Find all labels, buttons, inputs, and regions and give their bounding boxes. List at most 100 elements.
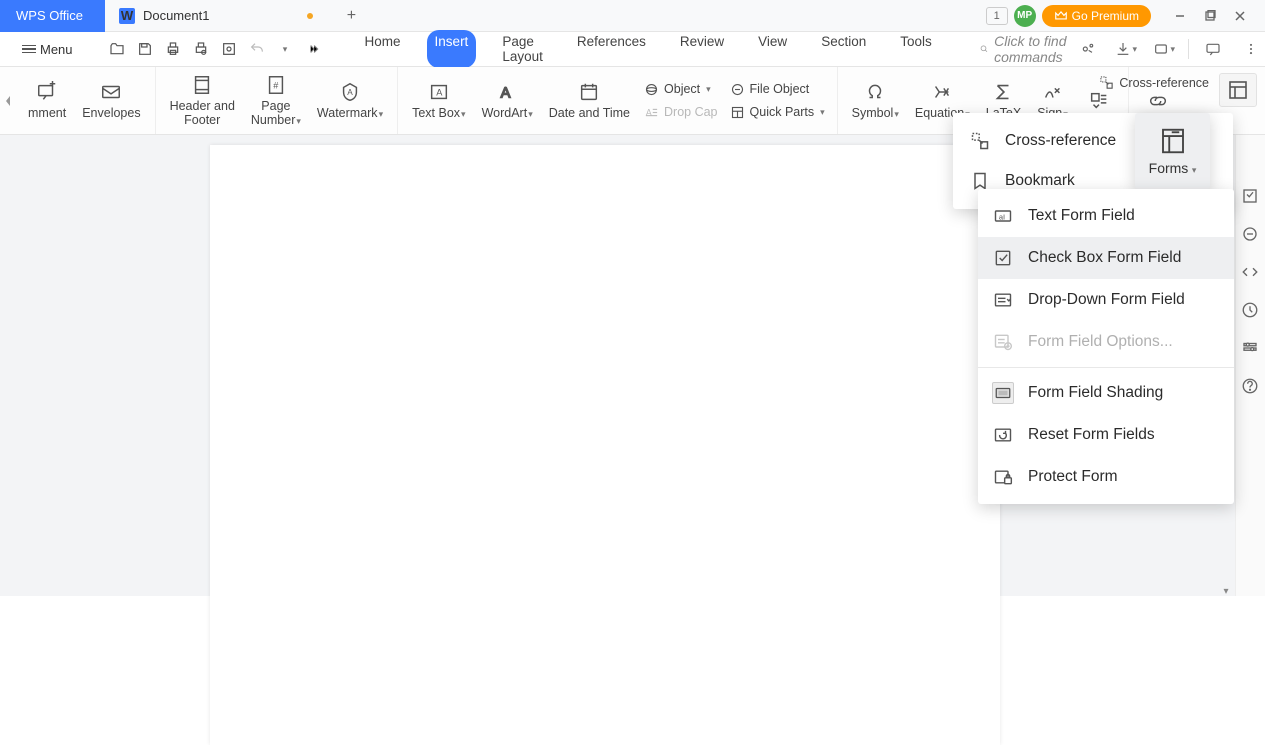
cross-reference-button-top[interactable]: Cross-reference [1099, 75, 1209, 90]
menu-item-drop-down-form-field[interactable]: Drop-Down Form Field [978, 279, 1234, 321]
menu-item-form-field-shading[interactable]: Form Field Shading [978, 372, 1234, 414]
ribbon-tabs: Home Insert Page Layout References Revie… [357, 30, 940, 68]
qat-more-button[interactable] [301, 37, 325, 61]
new-tab-button[interactable]: + [335, 0, 367, 32]
help-panel-button[interactable] [1241, 377, 1261, 397]
link-icon [1147, 90, 1169, 112]
header-footer-icon [191, 74, 213, 96]
go-premium-button[interactable]: Go Premium [1042, 5, 1151, 27]
file-icon [730, 82, 745, 97]
wordart-icon: A [496, 81, 518, 103]
document-page[interactable] [210, 145, 1000, 745]
equation-icon [931, 81, 953, 103]
document-type-icon: W [119, 8, 135, 24]
tab-insert[interactable]: Insert [427, 30, 477, 68]
insert-number-button[interactable] [1076, 88, 1122, 114]
history-panel-button[interactable] [1241, 301, 1261, 321]
forms-icon [1158, 126, 1188, 156]
calendar-icon [578, 81, 600, 103]
app-tab[interactable]: WPS Office [0, 0, 105, 32]
watermark-button[interactable]: A Watermark▾ [309, 79, 391, 122]
attachment-button[interactable] [1135, 88, 1181, 114]
cloud-button[interactable]: ▾ [1150, 35, 1178, 63]
ribbon-scroll-left[interactable] [2, 89, 14, 113]
open-button[interactable] [105, 37, 129, 61]
svg-text:A: A [501, 86, 511, 102]
text-field-icon: aI [992, 205, 1014, 227]
more-button[interactable] [1237, 35, 1265, 63]
tab-home[interactable]: Home [357, 30, 409, 68]
print-preview-button[interactable] [189, 37, 213, 61]
quick-parts-icon [730, 105, 745, 120]
close-button[interactable] [1225, 2, 1255, 30]
menu-item-check-box-form-field[interactable]: Check Box Form Field [978, 237, 1234, 279]
menu-label: Form Field Options... [1028, 333, 1173, 351]
svg-text:aI: aI [999, 212, 1005, 221]
redo-dropdown[interactable]: ▾ [273, 37, 297, 61]
file-object-button[interactable]: File Object [724, 79, 831, 100]
properties-panel-button[interactable] [1241, 187, 1261, 207]
print-button[interactable] [161, 37, 185, 61]
save-button[interactable] [133, 37, 157, 61]
wordart-button[interactable]: A WordArt▾ [474, 79, 541, 122]
page-number-button[interactable]: # PageNumber▾ [243, 72, 309, 130]
menu-label: Protect Form [1028, 468, 1118, 486]
object-button[interactable]: Object▾ [638, 79, 724, 100]
cross-reference-icon [1099, 75, 1114, 90]
comment-button[interactable]: mment [20, 79, 74, 122]
menu-item-form-field-options: Form Field Options... [978, 321, 1234, 363]
envelopes-button[interactable]: Envelopes [74, 79, 148, 122]
title-bar: WPS Office W Document1 + 1 MP Go Premium [0, 0, 1265, 32]
share-button[interactable] [1074, 35, 1102, 63]
code-panel-button[interactable] [1241, 263, 1261, 283]
forms-dropdown-button[interactable]: Forms ▾ [1135, 113, 1210, 189]
tab-page-layout[interactable]: Page Layout [494, 30, 551, 68]
svg-text:#: # [273, 80, 279, 90]
styles-panel-button[interactable] [1241, 225, 1261, 245]
document-tab[interactable]: W Document1 [105, 0, 327, 32]
window-counter[interactable]: 1 [986, 7, 1008, 25]
menu-item-protect-form[interactable]: Protect Form [978, 456, 1234, 498]
menu-label: Text Form Field [1028, 207, 1135, 225]
symbol-button[interactable]: Symbol▾ [844, 79, 907, 122]
command-search[interactable]: Click to find commands [980, 33, 1070, 65]
search-placeholder: Click to find commands [994, 33, 1070, 65]
menu-separator [978, 367, 1234, 368]
settings-panel-button[interactable] [1241, 339, 1261, 359]
text-box-button[interactable]: A Text Box▾ [404, 79, 473, 122]
preview-button[interactable] [217, 37, 241, 61]
hamburger-icon [22, 45, 36, 54]
undo-button[interactable] [245, 37, 269, 61]
header-footer-button[interactable]: Header andFooter [162, 72, 243, 130]
app-name: WPS Office [16, 8, 83, 23]
quick-parts-button[interactable]: Quick Parts▾ [724, 102, 831, 123]
menu-item-text-form-field[interactable]: aI Text Form Field [978, 195, 1234, 237]
svg-text:A: A [436, 88, 443, 98]
envelope-icon [100, 81, 122, 103]
scroll-down-icon[interactable]: ▾ [1221, 586, 1231, 597]
tab-references[interactable]: References [569, 30, 654, 68]
forms-icon [1226, 78, 1250, 102]
svg-text:A: A [347, 88, 353, 97]
minimize-button[interactable] [1165, 2, 1195, 30]
comment-pane-button[interactable] [1199, 35, 1227, 63]
date-time-button[interactable]: Date and Time [541, 79, 638, 122]
lock-icon [992, 466, 1014, 488]
sigma-icon [992, 81, 1014, 103]
menu-item-reset-form-fields[interactable]: Reset Form Fields [978, 414, 1234, 456]
user-avatar[interactable]: MP [1014, 5, 1036, 27]
options-icon [992, 331, 1014, 353]
menu-button[interactable]: Menu [14, 38, 81, 61]
maximize-button[interactable] [1195, 2, 1225, 30]
tab-tools[interactable]: Tools [892, 30, 940, 68]
tab-review[interactable]: Review [672, 30, 732, 68]
tab-section[interactable]: Section [813, 30, 874, 68]
document-name: Document1 [143, 8, 209, 23]
premium-label: Go Premium [1072, 9, 1139, 23]
omega-icon [864, 81, 886, 103]
export-button[interactable]: ▾ [1112, 35, 1140, 63]
comment-icon [36, 81, 58, 103]
forms-ribbon-button[interactable] [1219, 73, 1257, 107]
shading-icon [992, 382, 1014, 404]
tab-view[interactable]: View [750, 30, 795, 68]
